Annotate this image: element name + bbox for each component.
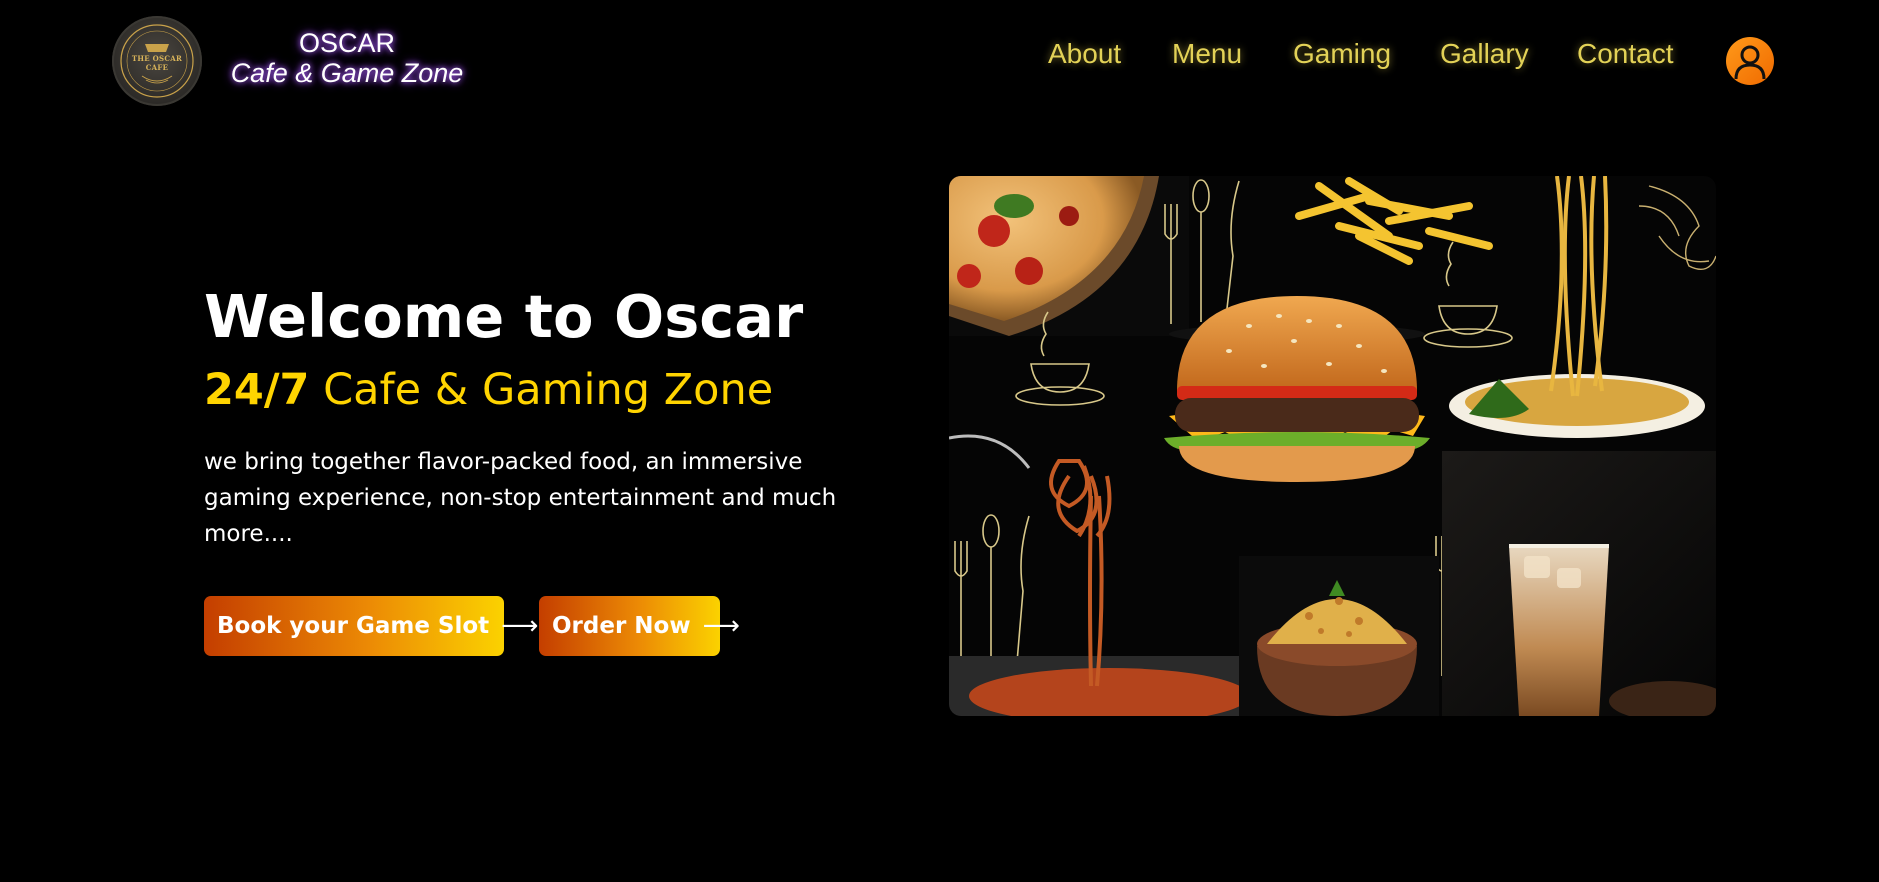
hero-subtitle: 24/7 Cafe & Gaming Zone [204, 365, 773, 415]
arrow-right-icon: ⟶ [501, 611, 539, 641]
hero-title: Welcome to Oscar [204, 282, 804, 351]
nav-gallary[interactable]: Gallary [1440, 38, 1529, 70]
fries-image [1295, 177, 1493, 265]
burger-image [1164, 296, 1430, 482]
nav-about[interactable]: About [1048, 38, 1121, 70]
nav-gaming[interactable]: Gaming [1293, 38, 1391, 70]
order-now-label: Order Now [552, 613, 691, 639]
nav-menu[interactable]: Menu [1172, 38, 1242, 70]
brand-tagline: Cafe & Game Zone [230, 58, 464, 88]
book-game-slot-label: Book your Game Slot [217, 613, 490, 639]
arrow-right-icon: ⟶ [702, 611, 740, 641]
brand: OSCAR Cafe & Game Zone [222, 28, 472, 88]
hero-subtitle-highlight: 24/7 [204, 365, 310, 415]
food-collage [949, 176, 1716, 716]
hero-description: we bring together flavor-packed food, an… [204, 449, 837, 547]
spaghetti-image [949, 434, 1249, 716]
logo[interactable]: THE OSCAR CAFE [112, 16, 202, 106]
nav-contact[interactable]: Contact [1577, 38, 1674, 70]
profile-button[interactable] [1726, 37, 1774, 85]
user-icon [1734, 45, 1766, 80]
pizza-image [949, 176, 1189, 336]
iced-coffee-image [1442, 451, 1716, 716]
biryani-image [1239, 556, 1439, 716]
hero-subtitle-rest: Cafe & Gaming Zone [309, 365, 774, 415]
brand-name: OSCAR [298, 28, 396, 58]
book-game-slot-button[interactable]: Book your Game Slot ⟶ [204, 596, 538, 656]
dragon-ornament-icon [1638, 185, 1716, 270]
logo-badge-text: THE OSCAR CAFE [131, 54, 183, 72]
order-now-button[interactable]: Order Now ⟶ [539, 596, 740, 656]
